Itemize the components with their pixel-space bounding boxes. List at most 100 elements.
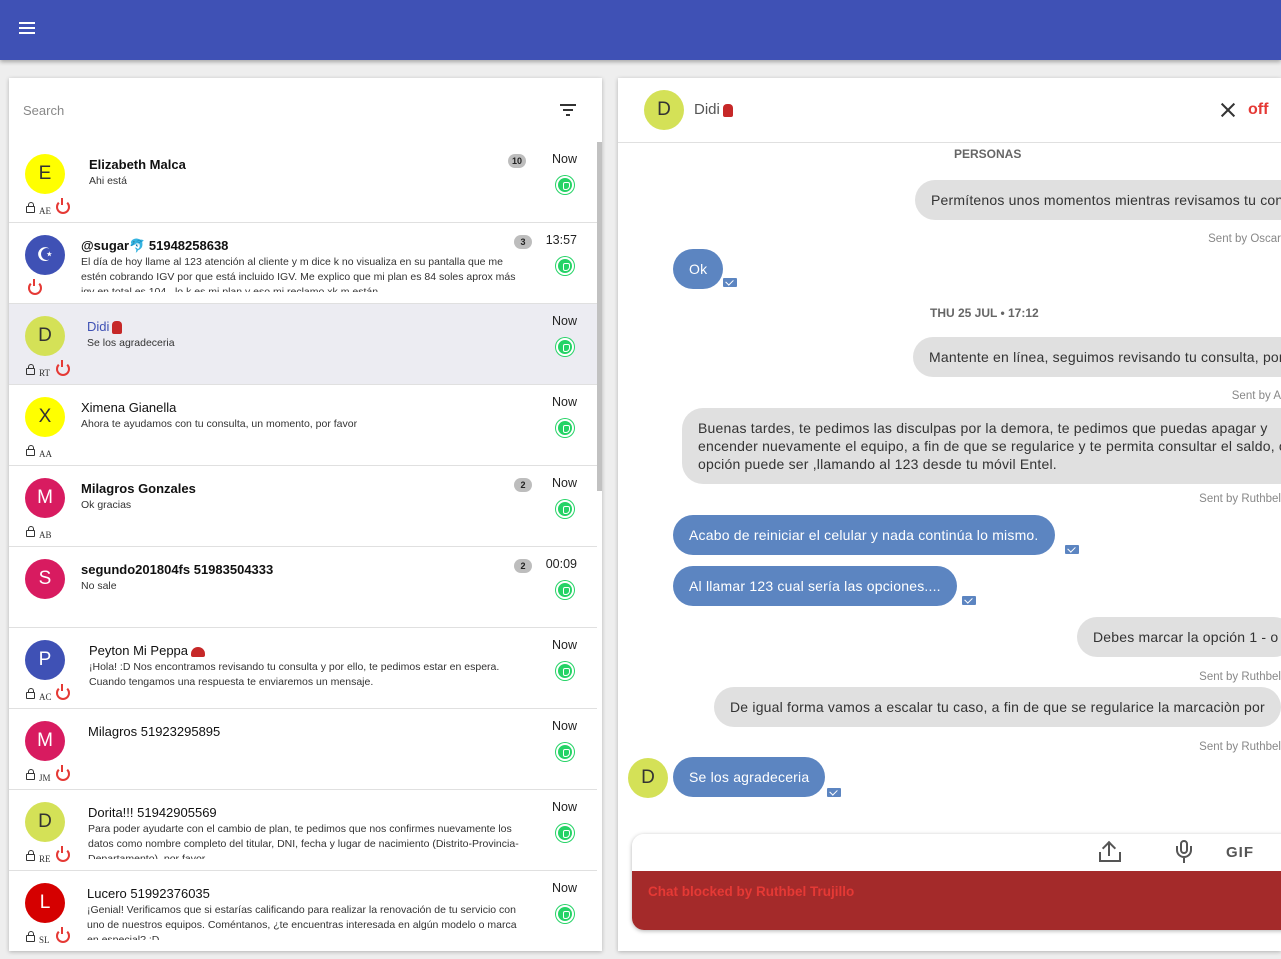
conversation-name: @sugar🐬 51948258638	[81, 238, 228, 254]
whatsapp-icon	[556, 581, 574, 599]
conversation-name: Dorita!!! 51942905569	[88, 805, 217, 820]
incoming-message: Ok	[673, 249, 724, 289]
conversation-item[interactable]: X Ximena Gianella Ahora te ayudamos con tu…	[9, 385, 597, 466]
avatar: D	[25, 316, 65, 356]
sent-by-label: Sent by Ruthbel	[1199, 493, 1281, 505]
conversation-time: 00:09	[545, 557, 577, 571]
incoming-message: Al llamar 123 cual sería las opciones...…	[673, 566, 957, 606]
power-icon[interactable]	[28, 279, 42, 295]
message-composer: GIF Chat blocked by Ruthbel Trujillo	[632, 834, 1281, 930]
agent-initials: AA	[39, 449, 52, 459]
message-list: PERSONAS Permítenos unos momentos mientra…	[618, 143, 1281, 833]
status-toggle[interactable]: off	[1248, 101, 1268, 119]
agent-initials: JM	[39, 773, 51, 783]
unread-badge: 2	[514, 559, 532, 573]
conversation-item[interactable]: D Didi Se los agradeceria Now RT	[9, 304, 597, 385]
outgoing-message: Buenas tardes, te pedimos las disculpas …	[682, 408, 1281, 484]
conversation-item[interactable]: Ssegundo201804fs 51983504333 No sale 00:09…	[9, 547, 597, 628]
lock-icon	[26, 445, 35, 456]
conversation-item[interactable]: L Lucero 51992376035 ¡Genial! Verificamos …	[9, 871, 597, 951]
sent-by-label: Sent by Oscar	[1208, 233, 1281, 245]
whatsapp-icon	[556, 176, 574, 194]
conversation-item[interactable]: ☪ @sugar🐬 51948258638 El día de hoy llame …	[9, 223, 597, 304]
conversation-name: Milagros 51923295895	[88, 724, 220, 739]
lock-icon	[26, 202, 35, 213]
filter-icon[interactable]	[558, 100, 578, 120]
close-icon[interactable]	[1220, 102, 1236, 118]
conversation-preview: Se los agradeceria	[87, 337, 175, 349]
scrollbar[interactable]	[597, 142, 602, 491]
date-separator: THU 25 JUL • 17:12	[930, 306, 1039, 320]
read-receipt-icon	[1065, 545, 1079, 554]
conversation-name: Didi	[87, 319, 123, 335]
date-separator: PERSONAS	[954, 147, 1022, 161]
conversation-time: Now	[551, 800, 577, 814]
avatar: S	[25, 559, 65, 599]
unread-badge: 3	[514, 235, 532, 249]
conversation-preview: El día de hoy llame al 123 atención al c…	[81, 256, 516, 292]
conversation-name: Peyton Mi Peppa	[89, 643, 206, 658]
power-icon[interactable]	[56, 198, 70, 214]
whatsapp-icon	[556, 824, 574, 842]
microphone-icon[interactable]	[1176, 840, 1192, 864]
power-icon[interactable]	[56, 360, 70, 376]
conversation-time: Now	[551, 314, 577, 328]
conversation-preview: Ahora te ayudamos con tu consulta, un mo…	[81, 418, 358, 430]
incoming-message: Acabo de reiniciar el celular y nada con…	[673, 515, 1055, 555]
power-icon[interactable]	[56, 684, 70, 700]
read-receipt-icon	[962, 596, 976, 605]
avatar: D	[25, 802, 65, 842]
conversation-name-text: Milagros 51923295895	[88, 724, 221, 739]
whatsapp-icon	[556, 338, 574, 356]
power-icon[interactable]	[56, 846, 70, 862]
menu-icon[interactable]	[17, 19, 37, 39]
conversation-preview: Ok gracias	[81, 499, 132, 511]
conversation-preview: Para poder ayudarte con el cambio de pla…	[88, 823, 519, 859]
conversation-time: 13:57	[545, 233, 577, 247]
conversation-item[interactable]: E Elizabeth Malca Ahi está Now 10 AE	[9, 142, 597, 223]
whatsapp-icon	[556, 419, 574, 437]
conversation-time: Now	[551, 881, 577, 895]
robe-emoji-icon	[112, 321, 123, 335]
whatsapp-icon	[556, 500, 574, 518]
robe-emoji-icon	[722, 103, 733, 117]
outgoing-message: Mantente en línea, seguimos revisando tu…	[913, 337, 1281, 377]
sent-by-label: Sent by Ruthbel	[1199, 741, 1281, 753]
conversation-name-text: Milagros Gonzales	[81, 481, 196, 496]
cap-emoji-icon	[191, 646, 206, 657]
conversation-name-text: segundo201804fs 51983504333	[81, 562, 274, 577]
search-input[interactable]	[21, 100, 521, 120]
avatar: ☪	[25, 235, 65, 275]
conversation-time: Now	[551, 719, 577, 733]
conversation-preview: No sale	[81, 580, 117, 592]
gif-button[interactable]: GIF	[1226, 844, 1254, 861]
power-icon[interactable]	[56, 927, 70, 943]
avatar: P	[25, 640, 65, 680]
conversation-time: Now	[551, 638, 577, 652]
conversation-time: Now	[551, 395, 577, 409]
conversation-item[interactable]: P Peyton Mi Peppa ¡Hola! :D Nos encontramo…	[9, 628, 597, 709]
lock-icon	[26, 688, 35, 699]
power-icon[interactable]	[56, 765, 70, 781]
avatar: X	[25, 397, 65, 437]
conversation-item[interactable]: M Milagros 51923295895 Now JM	[9, 709, 597, 790]
agent-initials: AB	[39, 530, 52, 540]
search-bar	[9, 78, 602, 142]
conversation-preview	[88, 741, 528, 778]
agent-initials: AE	[39, 206, 51, 216]
conversation-item[interactable]: D Dorita!!! 51942905569 Para poder ayudart…	[9, 790, 597, 871]
unread-badge: 2	[514, 478, 532, 492]
conversation-name: Lucero 51992376035	[87, 886, 210, 901]
conversation-item[interactable]: M Milagros Gonzales Ok gracias Now 2 AB	[9, 466, 597, 547]
lock-icon	[26, 364, 35, 375]
unread-badge: 10	[508, 154, 527, 168]
whatsapp-icon	[556, 662, 574, 680]
outgoing-message: Debes marcar la opción 1 - o	[1077, 617, 1281, 657]
app-bar	[0, 0, 1281, 60]
conversation-name-text: Peyton Mi Peppa	[89, 643, 189, 658]
avatar: M	[25, 721, 65, 761]
lock-icon	[26, 769, 35, 780]
upload-icon[interactable]	[1098, 840, 1122, 864]
avatar: L	[25, 883, 65, 923]
conversation-preview: Ahi está	[89, 175, 127, 187]
